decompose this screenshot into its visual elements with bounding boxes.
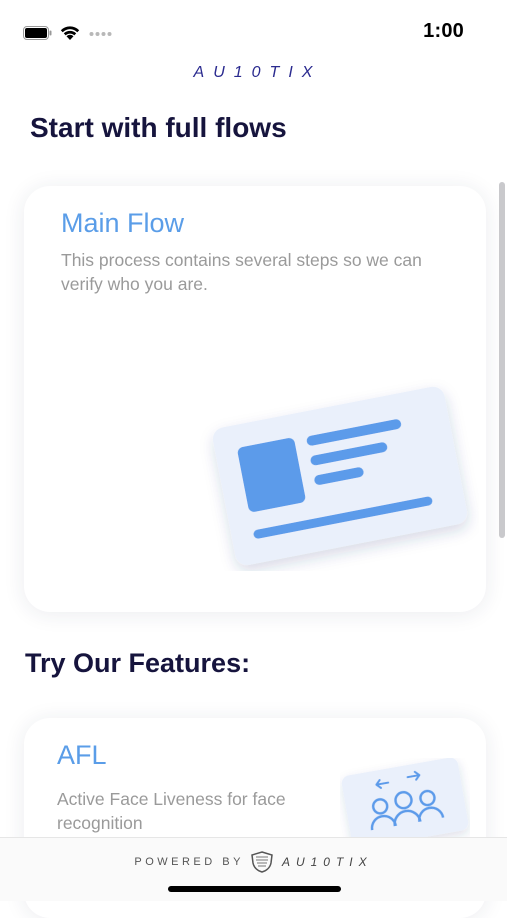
main-flow-card[interactable]: Main Flow This process contains several …: [24, 186, 486, 612]
id-card-icon: [212, 386, 468, 566]
footer: POWERED BY AU10TIX: [0, 837, 507, 901]
wifi-icon: [60, 26, 80, 40]
status-bar: 1:00: [0, 0, 507, 60]
full-flows-heading: Start with full flows: [30, 112, 287, 143]
afl-description: Active Face Liveness for face recognitio…: [57, 789, 286, 833]
features-heading: Try Our Features:: [25, 648, 251, 678]
powered-by-text: POWERED BY: [134, 856, 244, 868]
footer-logo: AU10TIX: [281, 855, 373, 869]
afl-title: AFL: [57, 740, 107, 770]
main-flow-title: Main Flow: [61, 208, 185, 238]
scrollbar[interactable]: [499, 182, 505, 538]
shield-logo-icon: [251, 851, 273, 873]
no-signal-dots-icon: [89, 32, 112, 36]
home-indicator[interactable]: [168, 886, 341, 892]
status-time: 1:00: [423, 20, 464, 42]
face-liveness-icon: [341, 758, 469, 848]
battery-full-icon: [23, 26, 52, 40]
brand-logo: AU10TIX: [193, 64, 322, 81]
powered-by-row: POWERED BY AU10TIX: [0, 851, 507, 873]
main-flow-description: This process contains several steps so w…: [61, 250, 422, 294]
